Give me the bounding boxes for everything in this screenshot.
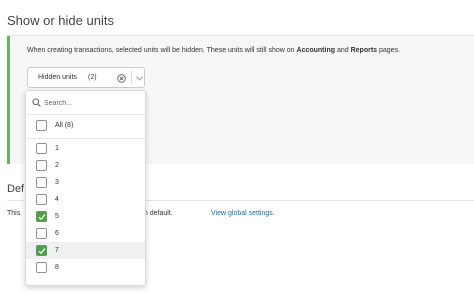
page: Show or hide units When creating transac… [0,0,474,292]
option-unit[interactable]: 6 [26,225,145,242]
units-dropdown: All (8) 1 2 3 4 5 6 7 8 [25,90,146,286]
checkbox[interactable] [36,228,47,239]
section-title: Show or hide units [7,13,114,28]
section2-text: This [7,210,21,217]
option-label: 7 [55,247,59,254]
view-global-settings-link[interactable]: View global settings. [211,210,275,217]
checkbox[interactable] [36,143,47,154]
option-label: 5 [55,213,59,220]
option-label: All (8) [55,122,74,129]
section2-title: Def [7,183,25,195]
checkbox[interactable] [36,194,47,205]
info-text: When creating transactions, selected uni… [27,47,400,54]
option-unit[interactable]: 5 [26,208,145,225]
option-unit[interactable]: 4 [26,191,145,208]
divider [26,138,145,139]
info-reports: Reports [350,47,378,54]
checkbox[interactable] [36,262,47,273]
select-label: Hidden units [38,74,77,81]
option-label: 1 [55,145,59,152]
info-and: and [335,47,351,54]
search-icon [32,98,41,107]
option-unit[interactable]: 1 [26,140,145,157]
checkbox[interactable] [36,177,47,188]
info-accounting: Accounting [296,47,336,54]
checkbox[interactable] [36,211,47,222]
option-label: 3 [55,179,59,186]
select-count: (2) [88,74,97,81]
option-all[interactable]: All (8) [26,117,145,134]
option-unit[interactable]: 3 [26,174,145,191]
hidden-units-select[interactable]: Hidden units (2) [27,67,145,88]
check-icon [38,214,46,221]
clear-icon[interactable] [117,74,126,83]
search-input[interactable] [44,96,139,110]
check-icon [38,248,46,255]
search-row [26,91,145,115]
option-unit[interactable]: 8 [26,259,145,276]
checkbox[interactable] [36,245,47,256]
checkbox[interactable] [36,160,47,171]
option-unit[interactable]: 2 [26,157,145,174]
select-divider [131,71,132,84]
checkbox[interactable] [36,120,47,131]
option-label: 4 [55,196,59,203]
info-prefix: When creating transactions, selected uni… [27,47,297,54]
info-suffix: pages. [377,47,401,54]
chevron-down-icon[interactable] [136,76,143,81]
option-label: 2 [55,162,59,169]
option-unit[interactable]: 7 [26,242,145,259]
option-label: 8 [55,264,59,271]
option-label: 6 [55,230,59,237]
